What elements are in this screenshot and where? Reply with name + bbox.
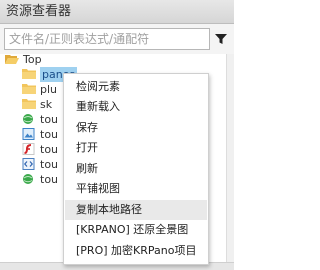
context-menu: 检阅元素 重新载入 保存 打开 刷新 平铺视图 复制本地路径 [KRPANO] … bbox=[63, 73, 209, 265]
menu-item-krpano-restore-panorama[interactable]: [KRPANO] 还原全景图 bbox=[65, 220, 207, 240]
tree-item-label: tou bbox=[40, 173, 59, 186]
tree-item-label: tou bbox=[40, 128, 59, 141]
folder-icon bbox=[22, 69, 36, 79]
xml-file-icon bbox=[22, 158, 35, 170]
image-file-icon bbox=[22, 128, 35, 140]
panel-title: 资源查看器 bbox=[0, 0, 234, 24]
tree-item-label: tou bbox=[40, 143, 59, 156]
folder-icon bbox=[22, 84, 36, 94]
tree-item-label: plu bbox=[40, 83, 58, 96]
tree-item-label: tou bbox=[40, 158, 59, 171]
menu-item-pro-encrypt-krpano[interactable]: [PRO] 加密KRPano项目 bbox=[65, 241, 207, 261]
tree-item-label: tou bbox=[40, 113, 59, 126]
vertical-scrollbar[interactable] bbox=[226, 54, 234, 264]
tree-item-label: sk bbox=[40, 98, 53, 111]
menu-item-refresh[interactable]: 刷新 bbox=[65, 159, 207, 179]
menu-item-open[interactable]: 打开 bbox=[65, 138, 207, 158]
menu-item-inspect-element[interactable]: 检阅元素 bbox=[65, 77, 207, 97]
menu-item-reload[interactable]: 重新载入 bbox=[65, 97, 207, 117]
globe-file-icon bbox=[23, 114, 33, 124]
menu-item-tile-view[interactable]: 平铺视图 bbox=[65, 179, 207, 199]
open-folder-icon bbox=[5, 55, 19, 64]
search-input[interactable] bbox=[4, 28, 210, 50]
filter-icon[interactable] bbox=[214, 33, 228, 45]
menu-item-copy-local-path[interactable]: 复制本地路径 bbox=[65, 200, 207, 220]
flash-file-icon bbox=[22, 143, 35, 155]
tree-root-label: Top bbox=[23, 53, 42, 66]
globe-file-icon bbox=[23, 174, 33, 184]
folder-icon bbox=[22, 99, 36, 109]
menu-item-save[interactable]: 保存 bbox=[65, 118, 207, 138]
